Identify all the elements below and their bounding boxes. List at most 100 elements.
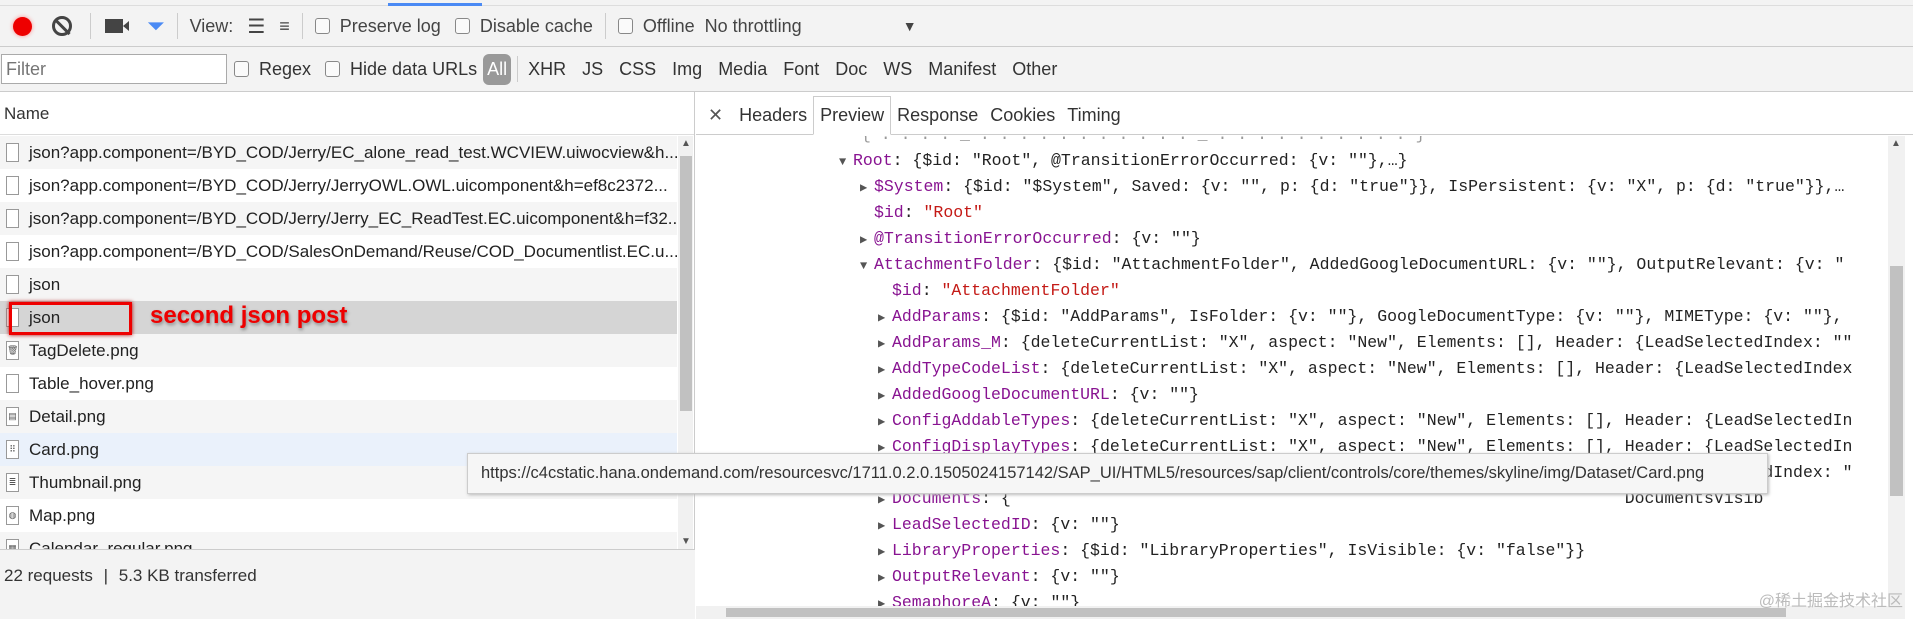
scroll-up-icon[interactable]: ▲: [681, 138, 691, 149]
json-tree-node[interactable]: ▶ SemaphoreA: {v: ""}: [878, 590, 1080, 606]
json-tree-node[interactable]: ▶ LeadSelectedID: {v: ""}: [878, 512, 1120, 538]
collapsed-triangle-icon[interactable]: ▶: [860, 227, 874, 253]
json-tree-node[interactable]: ▶ LibraryProperties: {$id: "LibraryProper…: [878, 538, 1585, 564]
json-tree-node[interactable]: ▶ @TransitionErrorOccurred: {v: ""}: [860, 226, 1201, 252]
collapsed-triangle-icon[interactable]: ▶: [878, 409, 892, 435]
expanded-triangle-icon[interactable]: ▼: [839, 149, 853, 175]
request-name: json?app.component=/BYD_COD/Jerry/JerryO…: [29, 175, 668, 195]
json-tree-node[interactable]: ▼ AttachmentFolder: {$id: "AttachmentFold…: [860, 252, 1844, 278]
offline-checkbox[interactable]: Offline: [617, 6, 695, 46]
detail-list-icon: ▤: [6, 407, 19, 426]
type-filter-font[interactable]: Font: [783, 59, 819, 80]
json-tree-node[interactable]: ▶ AddedGoogleDocumentURL: {v: ""}: [878, 382, 1199, 408]
preview-horizontal-scrollbar[interactable]: [696, 606, 1905, 619]
scroll-down-icon[interactable]: ▼: [681, 536, 691, 547]
json-tree-node[interactable]: ▶ $System: {$id: "$System", Saved: {v: ""…: [860, 174, 1844, 200]
json-tree-node[interactable]: ▶ AddTypeCodeList: {deleteCurrentList: "X…: [878, 356, 1852, 382]
clear-icon[interactable]: [52, 16, 72, 36]
type-filter-other[interactable]: Other: [1012, 59, 1057, 80]
json-tree-node[interactable]: ▶ OutputRelevant: {v: ""}: [878, 564, 1120, 590]
type-filter-img[interactable]: Img: [672, 59, 702, 80]
request-row[interactable]: ▦ Calendar_regular.png: [0, 532, 677, 549]
json-key: AddParams: [892, 307, 982, 326]
json-preview-tree: { . . . . _ . . . . . . . . . . . _ . . …: [696, 136, 1888, 606]
scrollbar-thumb[interactable]: [1890, 266, 1903, 496]
collapsed-triangle-icon[interactable]: ▶: [878, 331, 892, 357]
request-row[interactable]: ▤ Detail.png: [0, 400, 677, 433]
preserve-log-checkbox[interactable]: Preserve log: [314, 6, 441, 46]
json-tree-node[interactable]: ▶ AddParams_M: {deleteCurrentList: "X", a…: [878, 330, 1852, 356]
json-tree-node[interactable]: ▶ AddParams: {$id: "AddParams", IsFolder:…: [878, 304, 1843, 330]
disable-cache-checkbox[interactable]: Disable cache: [454, 6, 593, 46]
request-row[interactable]: json?app.component=/BYD_COD/SalesOnDeman…: [0, 235, 677, 268]
waterfall-icon[interactable]: ≡: [279, 16, 290, 37]
request-row[interactable]: Table_hover.png: [0, 367, 677, 400]
tab-headers[interactable]: Headers: [733, 105, 813, 134]
capture-screenshots-icon[interactable]: [105, 19, 129, 33]
json-key: SemaphoreA: [892, 593, 992, 606]
type-filter-css[interactable]: CSS: [619, 59, 656, 80]
collapsed-triangle-icon[interactable]: ▶: [878, 513, 892, 539]
url-tooltip: https://c4cstatic.hana.ondemand.com/reso…: [467, 453, 1768, 494]
throttling-select[interactable]: No throttling ▼: [705, 6, 917, 46]
json-value: : {v: ""}: [1109, 385, 1199, 404]
json-tree-node[interactable]: ▼ Root: {$id: "Root", @TransitionErrorOcc…: [839, 148, 1408, 174]
scrollbar-thumb[interactable]: [680, 156, 692, 411]
json-key: AddedGoogleDocumentURL: [892, 385, 1110, 404]
collapsed-triangle-icon[interactable]: ▶: [878, 305, 892, 331]
tab-response[interactable]: Response: [891, 105, 984, 134]
request-row[interactable]: json?app.component=/BYD_COD/Jerry/Jerry_…: [0, 202, 677, 235]
tab-timing[interactable]: Timing: [1061, 105, 1126, 134]
checkbox-icon[interactable]: [454, 18, 470, 34]
hide-data-urls-checkbox[interactable]: Hide data URLs: [325, 47, 477, 91]
filter-icon[interactable]: ⏷: [147, 13, 165, 39]
regex-checkbox[interactable]: Regex: [234, 47, 311, 91]
checkbox-icon[interactable]: [325, 61, 341, 77]
divider: [301, 13, 303, 39]
type-filter-doc[interactable]: Doc: [835, 59, 867, 80]
throttling-value: No throttling: [704, 15, 802, 36]
type-filter-ws[interactable]: WS: [883, 59, 912, 80]
preview-scrollbar[interactable]: ▲: [1888, 136, 1905, 606]
collapsed-triangle-icon[interactable]: ▶: [878, 591, 892, 606]
collapsed-triangle-icon[interactable]: ▶: [878, 357, 892, 383]
document-icon: [6, 209, 19, 228]
checkbox-icon[interactable]: [314, 18, 330, 34]
request-row[interactable]: json?app.component=/BYD_COD/Jerry/JerryO…: [0, 169, 677, 202]
json-value: : {v: ""}: [991, 593, 1081, 606]
json-key: AddParams_M: [892, 333, 1001, 352]
collapsed-triangle-icon[interactable]: ▶: [878, 539, 892, 565]
json-key: $System: [874, 177, 944, 196]
type-filter-manifest[interactable]: Manifest: [928, 59, 996, 80]
request-row[interactable]: ◍ Map.png: [0, 499, 677, 532]
request-row[interactable]: json: [0, 268, 677, 301]
name-column-header[interactable]: Name: [0, 92, 694, 135]
expanded-triangle-icon[interactable]: ▼: [860, 253, 874, 279]
divider: [176, 13, 178, 39]
trash-icon: 🗑: [6, 341, 19, 360]
close-icon[interactable]: ✕: [696, 105, 733, 134]
collapsed-triangle-icon[interactable]: ▶: [878, 565, 892, 591]
json-value: : {$id: "$System", Saved: {v: "", p: {d:…: [943, 177, 1845, 196]
type-filter-js[interactable]: JS: [582, 59, 603, 80]
chevron-down-icon: ▼: [902, 18, 917, 34]
record-icon[interactable]: [13, 16, 32, 36]
request-row[interactable]: 🗑 TagDelete.png: [0, 334, 677, 367]
type-filter-media[interactable]: Media: [718, 59, 767, 80]
checkbox-icon[interactable]: [617, 18, 633, 34]
collapsed-triangle-icon[interactable]: ▶: [860, 175, 874, 201]
json-tree-node[interactable]: ▶ ConfigAddableTypes: {deleteCurrentList:…: [878, 408, 1852, 434]
request-row[interactable]: json?app.component=/BYD_COD/Jerry/EC_alo…: [0, 136, 677, 169]
collapsed-triangle-icon[interactable]: ▶: [878, 383, 892, 409]
status-separator: |: [103, 566, 108, 585]
tab-cookies[interactable]: Cookies: [984, 105, 1061, 134]
checkbox-icon[interactable]: [234, 61, 249, 77]
filter-input[interactable]: [1, 54, 227, 84]
scrollbar-thumb[interactable]: [726, 608, 1786, 617]
type-filter-all[interactable]: All: [483, 53, 512, 85]
type-filter-xhr[interactable]: XHR: [528, 59, 566, 80]
tab-preview[interactable]: Preview: [813, 96, 892, 135]
scroll-up-icon[interactable]: ▲: [1891, 138, 1901, 149]
large-rows-icon[interactable]: ☰: [247, 14, 265, 39]
annotation-highlight-box: [9, 302, 132, 335]
